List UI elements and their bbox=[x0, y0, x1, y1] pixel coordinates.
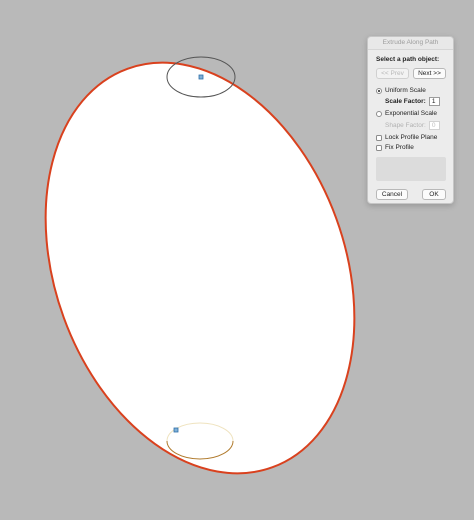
uniform-scale-radio[interactable] bbox=[376, 87, 382, 94]
preview-area bbox=[376, 157, 446, 181]
lock-profile-plane-label: Lock Profile Plane bbox=[385, 134, 438, 141]
uniform-scale-option[interactable]: Uniform Scale bbox=[376, 87, 426, 94]
dialog-title: Extrude Along Path bbox=[368, 37, 453, 50]
next-button[interactable]: Next >> bbox=[413, 68, 446, 79]
uniform-scale-label: Uniform Scale bbox=[385, 87, 426, 94]
extrude-along-path-dialog: Extrude Along Path Select a path object:… bbox=[367, 36, 454, 204]
lock-profile-plane-checkbox[interactable] bbox=[376, 134, 382, 141]
cancel-button[interactable]: Cancel bbox=[376, 189, 408, 200]
path-handle-bottom[interactable] bbox=[173, 427, 179, 433]
select-path-prompt: Select a path object: bbox=[376, 56, 440, 63]
shape-factor-label: Shape Factor: bbox=[385, 122, 426, 129]
scale-factor-row: Scale Factor: 1 bbox=[385, 97, 440, 106]
exponential-scale-label: Exponential Scale bbox=[385, 110, 438, 117]
fix-profile-checkbox[interactable] bbox=[376, 144, 382, 151]
shape-factor-input[interactable]: 0 bbox=[428, 121, 440, 130]
scale-factor-label: Scale Factor: bbox=[385, 98, 426, 105]
elliptical-path[interactable] bbox=[0, 19, 409, 517]
path-handle-top[interactable] bbox=[198, 74, 204, 80]
exponential-scale-option[interactable]: Exponential Scale bbox=[376, 110, 437, 117]
fix-profile-option[interactable]: Fix Profile bbox=[376, 144, 414, 151]
shape-factor-row: Shape Factor: 0 bbox=[385, 121, 440, 130]
fix-profile-label: Fix Profile bbox=[385, 144, 414, 151]
scale-factor-input[interactable]: 1 bbox=[428, 97, 440, 106]
lock-profile-plane-option[interactable]: Lock Profile Plane bbox=[376, 134, 437, 141]
ok-button[interactable]: OK bbox=[422, 189, 446, 200]
dialog-buttons: Cancel OK bbox=[376, 189, 446, 200]
exponential-scale-radio[interactable] bbox=[376, 110, 382, 117]
prev-button[interactable]: << Prev bbox=[376, 68, 409, 79]
path-navigation: << Prev Next >> bbox=[376, 68, 446, 79]
